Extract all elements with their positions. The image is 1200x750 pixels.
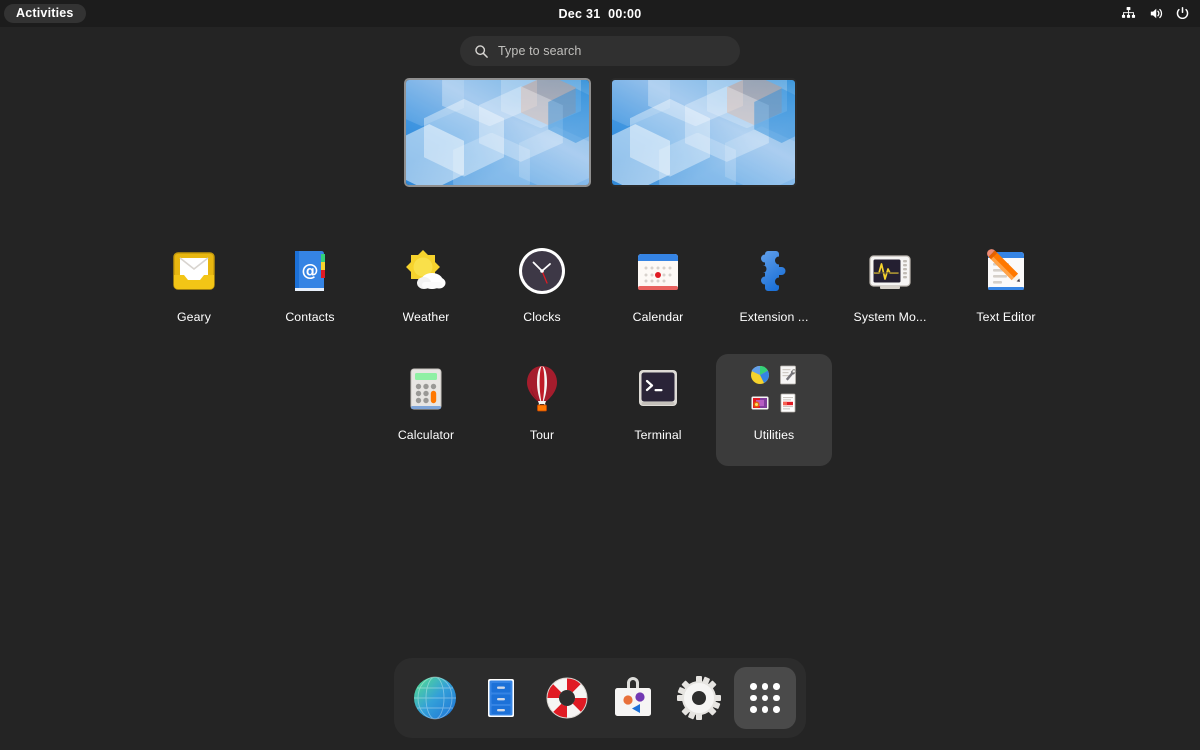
app-label: Calendar	[633, 310, 684, 324]
app-calendar[interactable]: Calendar	[600, 236, 716, 348]
workspace-2[interactable]	[612, 80, 795, 185]
system-monitor-icon	[864, 245, 916, 297]
dash-item-settings[interactable]	[668, 667, 730, 729]
dash-area	[0, 658, 1200, 738]
extensions-icon	[748, 245, 800, 297]
contacts-icon: @	[284, 245, 336, 297]
app-weather[interactable]: Weather	[368, 236, 484, 348]
app-label: Terminal	[634, 428, 681, 442]
app-terminal[interactable]: Terminal	[600, 354, 716, 466]
app-grid-row: Calculator Tour	[368, 354, 832, 466]
software-icon	[610, 675, 656, 721]
terminal-icon	[632, 363, 684, 415]
clock-datetime[interactable]: Dec 31 00:00	[558, 7, 641, 21]
app-geary[interactable]: Geary	[136, 236, 252, 348]
clocks-icon	[516, 245, 568, 297]
document-viewer-icon	[778, 393, 798, 413]
dash-item-software[interactable]	[602, 667, 664, 729]
app-grid-row: Geary @ Contacts	[136, 236, 1064, 348]
workspace-1[interactable]	[406, 80, 589, 185]
app-label: Text Editor	[976, 310, 1035, 324]
show-apps-grid-icon	[750, 683, 780, 713]
files-icon	[478, 675, 524, 721]
app-system-monitor[interactable]: System Mo...	[832, 236, 948, 348]
app-extensions[interactable]: Extension ...	[716, 236, 832, 348]
folder-utilities-icon	[748, 363, 800, 415]
app-clocks[interactable]: Clocks	[484, 236, 600, 348]
search-input[interactable]: Type to search	[460, 36, 740, 66]
app-grid: Geary @ Contacts	[0, 236, 1200, 466]
screenshot-icon	[750, 393, 770, 413]
app-tour[interactable]: Tour	[484, 354, 600, 466]
system-tray	[1121, 0, 1190, 27]
volume-icon[interactable]	[1148, 6, 1163, 21]
calculator-icon	[400, 363, 452, 415]
app-label: System Mo...	[854, 310, 927, 324]
disks-icon	[778, 365, 798, 385]
wallpaper	[406, 80, 589, 185]
app-contacts[interactable]: @ Contacts	[252, 236, 368, 348]
activities-button[interactable]: Activities	[4, 4, 86, 24]
power-icon[interactable]	[1175, 6, 1190, 21]
search-placeholder-text: Type to search	[498, 44, 581, 58]
show-applications-button[interactable]	[734, 667, 796, 729]
disk-usage-analyzer-icon	[750, 365, 770, 385]
text-editor-icon	[980, 245, 1032, 297]
svg-text:@: @	[302, 261, 319, 281]
weather-icon	[400, 245, 452, 297]
app-label: Calculator	[398, 428, 454, 442]
clock-area: Dec 31 00:00	[0, 0, 1200, 27]
app-text-editor[interactable]: Text Editor	[948, 236, 1064, 348]
app-label: Extension ...	[740, 310, 809, 324]
app-calculator[interactable]: Calculator	[368, 354, 484, 466]
dash-item-help[interactable]	[536, 667, 598, 729]
activities-label: Activities	[16, 6, 74, 20]
network-wired-icon[interactable]	[1121, 6, 1136, 21]
app-label: Utilities	[754, 428, 795, 442]
workspace-thumbnails	[0, 80, 1200, 185]
settings-gear-icon	[676, 675, 722, 721]
wallpaper	[612, 80, 795, 185]
help-icon	[544, 675, 590, 721]
dash-item-files[interactable]	[470, 667, 532, 729]
tour-icon	[516, 363, 568, 415]
app-label: Clocks	[523, 310, 561, 324]
app-label: Weather	[403, 310, 450, 324]
dash-item-web[interactable]	[404, 667, 466, 729]
app-label: Contacts	[285, 310, 334, 324]
top-bar: Activities Dec 31 00:00	[0, 0, 1200, 27]
app-label: Tour	[530, 428, 554, 442]
search-area: Type to search	[0, 36, 1200, 66]
search-icon	[474, 44, 489, 59]
web-browser-icon	[412, 675, 458, 721]
geary-icon	[168, 245, 220, 297]
app-folder-utilities[interactable]: Utilities	[716, 354, 832, 466]
dash	[394, 658, 806, 738]
app-label: Geary	[177, 310, 211, 324]
calendar-icon	[632, 245, 684, 297]
